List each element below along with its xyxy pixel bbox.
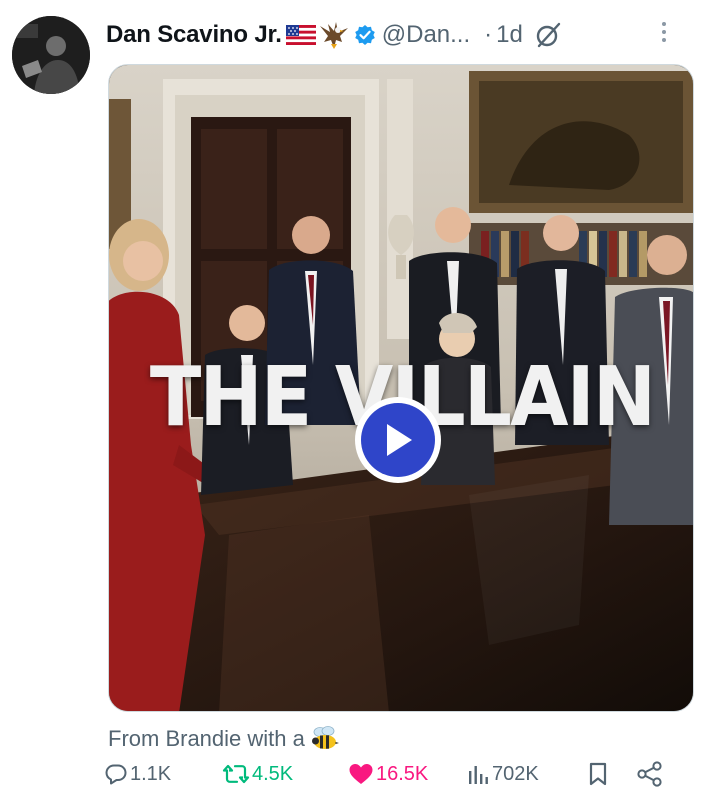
bee-icon [311, 726, 339, 752]
share-icon [637, 761, 662, 787]
like-button[interactable]: 16.5K [348, 758, 428, 790]
views-icon [469, 766, 488, 784]
avatar-image [12, 16, 90, 94]
play-button[interactable] [355, 397, 441, 483]
bookmark-button[interactable] [586, 758, 612, 790]
retweet-button[interactable]: 4.5K [222, 758, 293, 790]
author-name[interactable]: Dan Scavino Jr. [106, 21, 282, 49]
action-bar: 1.1K 4.5K 16.5K 702K [104, 758, 672, 790]
like-count: 16.5K [376, 762, 429, 785]
share-button[interactable] [636, 758, 666, 790]
reply-count: 1.1K [130, 762, 172, 785]
views-button[interactable]: 702K [466, 758, 539, 790]
retweet-count: 4.5K [252, 762, 294, 785]
views-count: 702K [492, 762, 539, 785]
bookmark-icon [589, 762, 607, 786]
video-player[interactable]: THE VILLAIN [108, 64, 694, 712]
post-header: Dan Scavino Jr. @Dan... · 1d [106, 18, 561, 52]
us-flag-icon [285, 25, 316, 45]
like-icon [349, 764, 373, 784]
more-options-icon[interactable] [662, 22, 666, 42]
reply-button[interactable]: 1.1K [104, 758, 171, 790]
eagle-icon [318, 20, 350, 50]
reply-icon [105, 764, 127, 785]
post-timestamp[interactable]: 1d [496, 21, 523, 49]
avatar[interactable] [12, 16, 90, 94]
play-icon [387, 424, 412, 456]
post-caption: From Brandie with a [108, 726, 339, 752]
author-handle[interactable]: @Dan... [382, 21, 470, 49]
separator-dot: · [484, 21, 493, 48]
retweet-icon [222, 764, 250, 784]
grok-icon[interactable] [535, 22, 561, 48]
verified-badge-icon [354, 24, 376, 46]
caption-text: From Brandie with a [108, 726, 305, 751]
